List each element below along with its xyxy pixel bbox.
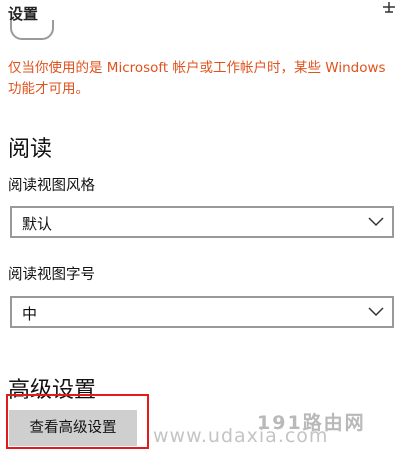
pin-icon[interactable] [382, 1, 396, 19]
reading-font-size-label: 阅读视图字号 [8, 267, 95, 283]
reading-font-size-value: 中 [22, 305, 38, 323]
advanced-heading: 高级设置 [8, 378, 97, 403]
toggle-switch[interactable] [10, 20, 54, 40]
watermark-brand: 191路由网 [257, 412, 366, 434]
reading-style-select[interactable]: 默认 [10, 206, 394, 238]
account-notice: 仅当你使用的是 Microsoft 帐户或工作帐户时，某些 Windows 功能… [8, 60, 386, 97]
reading-style-label: 阅读视图风格 [8, 178, 95, 194]
chevron-down-icon [368, 307, 384, 317]
reading-font-size-select[interactable]: 中 [10, 296, 394, 328]
chevron-down-icon [368, 217, 384, 227]
reading-heading: 阅读 [8, 137, 53, 162]
view-advanced-settings-button[interactable]: 查看高级设置 [9, 410, 137, 446]
reading-style-value: 默认 [22, 215, 53, 233]
settings-panel: 设置 仅当你使用的是 Microsoft 帐户或工作帐户时，某些 Windows… [0, 0, 400, 457]
